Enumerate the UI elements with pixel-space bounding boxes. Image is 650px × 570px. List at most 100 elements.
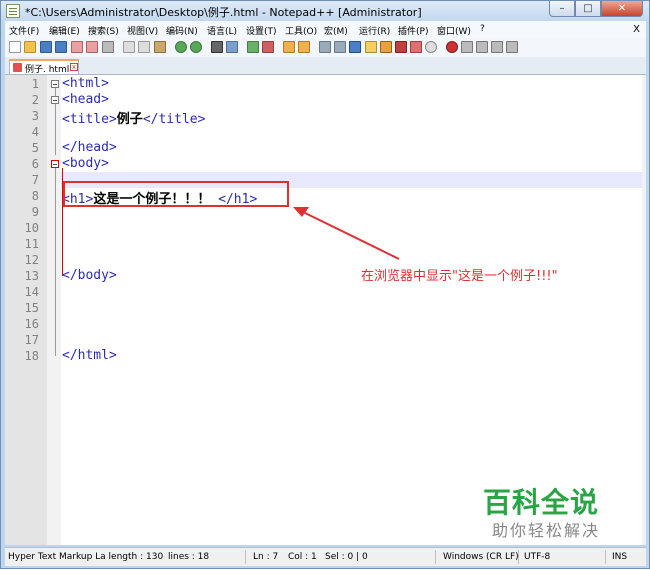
save-icon[interactable] [40,41,52,53]
code-line-2: <head> [62,92,109,107]
folder-workspace-icon[interactable] [410,41,422,53]
highlight-box [63,181,289,207]
status-divider [518,550,519,564]
fold-line [55,168,56,356]
line-number: 13 [24,269,39,283]
fold-line [55,104,56,155]
close-file-icon[interactable] [71,41,83,53]
line-number: 11 [24,237,39,251]
replace-icon[interactable] [226,41,238,53]
close-button[interactable]: ✕ [601,1,643,17]
watermark-title: 百科全说 [483,486,600,519]
menu-language[interactable]: 语言(L) [207,24,237,37]
code-line-3: <title>例子</title> [62,108,205,127]
window-controls: – □ ✕ [549,1,643,18]
status-column: Col : 1 [288,552,317,562]
new-file-icon[interactable] [9,41,21,53]
cut-icon[interactable] [123,41,135,53]
word-wrap-icon[interactable] [319,41,331,53]
status-divider [435,550,436,564]
status-eol: Windows (CR LF) [443,552,519,562]
status-selection: Sel : 0 | 0 [325,552,368,562]
line-number: 9 [31,205,39,219]
menu-run[interactable]: 运行(R) [359,24,390,37]
line-number: 18 [24,349,39,363]
monitoring-icon[interactable] [425,41,437,53]
run-macro-multiple-icon[interactable] [491,41,503,53]
find-icon[interactable] [211,41,223,53]
code-editor[interactable]: 1 2 3 4 5 6 7 8 9 10 11 12 13 14 15 16 1… [5,75,642,545]
fold-toggle-icon[interactable] [51,160,59,168]
menu-macro[interactable]: 宏(M) [324,24,348,37]
code-line-18: </html> [62,348,117,363]
record-macro-icon[interactable] [446,41,458,53]
notepad-window: *C:\Users\Administrator\Desktop\例子.html … [0,0,650,569]
menu-view[interactable]: 视图(V) [127,24,158,37]
menu-encoding[interactable]: 编码(N) [166,24,198,37]
menu-tools[interactable]: 工具(O) [285,24,317,37]
status-divider [245,550,246,564]
status-line-number: Ln : 7 [253,552,279,562]
undo-icon[interactable] [175,41,187,53]
tab-example-html[interactable]: 例子. html x [9,59,79,75]
play-macro-icon[interactable] [476,41,488,53]
fold-toggle-icon[interactable] [51,96,59,104]
open-file-icon[interactable] [24,41,36,53]
fold-toggle-icon[interactable] [51,80,59,88]
vertical-scrollbar[interactable] [642,75,646,545]
line-number: 2 [31,93,39,107]
menu-bar: 文件(F) 编辑(E) 搜索(S) 视图(V) 编码(N) 语言(L) 设置(T… [5,21,646,39]
sync-horizontal-icon[interactable] [298,41,310,53]
zoom-in-icon[interactable] [247,41,259,53]
minimize-button[interactable]: – [549,1,575,17]
code-line-6: <body> [62,156,109,171]
code-line-13: </body> [62,268,117,283]
maximize-button[interactable]: □ [575,1,601,17]
unsaved-file-icon [13,63,22,72]
annotation-text: 在浏览器中显示"这是一个例子!!!" [361,269,558,284]
print-icon[interactable] [102,41,114,53]
close-all-icon[interactable] [86,41,98,53]
line-number: 5 [31,141,39,155]
tab-bar: 例子. html x [5,57,646,75]
menu-plugins[interactable]: 插件(P) [398,24,428,37]
fold-line [55,88,56,96]
close-document-icon[interactable]: X [633,24,640,35]
status-insert-mode: INS [612,552,628,562]
save-all-icon[interactable] [55,41,67,53]
menu-settings[interactable]: 设置(T) [246,24,277,37]
redo-icon[interactable] [190,41,202,53]
menu-search[interactable]: 搜索(S) [88,24,119,37]
line-number: 3 [31,109,39,123]
toolbar [5,38,646,58]
line-number: 6 [31,157,39,171]
line-number: 4 [31,125,39,139]
user-language-icon[interactable] [365,41,377,53]
menu-help[interactable]: ? [480,24,485,34]
notepad-app-icon [6,4,20,18]
paste-icon[interactable] [154,41,166,53]
sync-vertical-icon[interactable] [283,41,295,53]
menu-edit[interactable]: 编辑(E) [49,24,80,37]
status-file-type: Hyper Text Markup La length : 130 [8,552,164,562]
function-list-icon[interactable] [395,41,407,53]
save-macro-icon[interactable] [506,41,518,53]
line-number: 14 [24,285,39,299]
show-all-chars-icon[interactable] [334,41,346,53]
line-number: 1 [31,77,39,91]
status-encoding: UTF-8 [524,552,551,562]
title-bar[interactable]: *C:\Users\Administrator\Desktop\例子.html … [1,1,649,21]
stop-macro-icon[interactable] [461,41,473,53]
menu-file[interactable]: 文件(F) [9,24,39,37]
copy-icon[interactable] [138,41,150,53]
menu-window[interactable]: 窗口(W) [437,24,471,37]
line-number: 15 [24,301,39,315]
tab-close-icon[interactable]: x [70,63,78,71]
code-line-5: </head> [62,140,117,155]
status-divider [605,550,606,564]
indent-guide-icon[interactable] [349,41,361,53]
line-number: 7 [31,173,39,187]
doc-map-icon[interactable] [380,41,392,53]
line-number: 10 [24,221,39,235]
zoom-out-icon[interactable] [262,41,274,53]
